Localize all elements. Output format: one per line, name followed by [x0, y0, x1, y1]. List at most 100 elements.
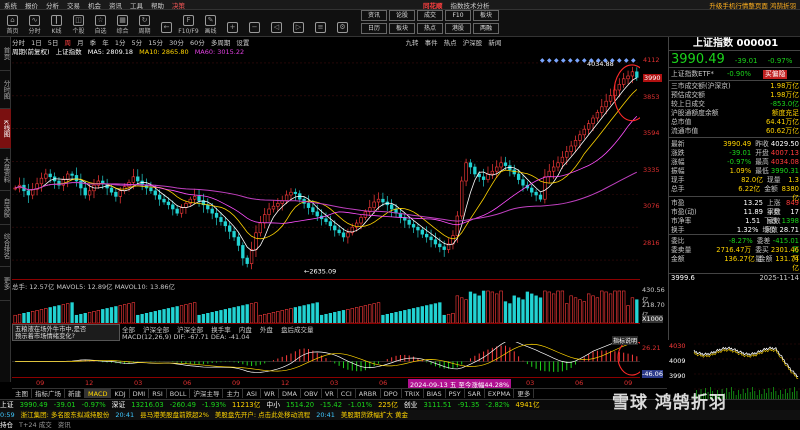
status-item[interactable]: -260.49 — [170, 400, 196, 410]
menu-item-system[interactable]: 系统 — [0, 0, 21, 10]
left-tab-watchlist[interactable]: 自选股 — [0, 191, 11, 225]
quick-forum-button[interactable]: 论股 — [389, 10, 415, 21]
indicator-tab-14[interactable]: VR — [322, 389, 338, 398]
left-tab-market-info[interactable]: 大盘资料 — [0, 149, 11, 191]
status-item[interactable]: 县马港美股盘前跌超2% — [140, 410, 209, 420]
status-item[interactable]: 0:59 — [0, 410, 15, 420]
toolbar-button-14[interactable]: ≡ — [310, 11, 331, 35]
toolbar-watchlist-button[interactable]: ☆ 自选 — [90, 11, 111, 35]
quick-calendar-button[interactable]: 日历 — [361, 23, 387, 34]
quick-f10-button[interactable]: F10 — [445, 10, 471, 21]
toolbar-button-12[interactable]: ◁ — [266, 11, 287, 35]
indicator-tab-4[interactable]: KDJ — [111, 389, 130, 398]
indicator-tab-18[interactable]: TRIX — [402, 389, 424, 398]
status-item[interactable]: 11213亿 — [232, 400, 260, 410]
status-item[interactable]: 上证 — [0, 400, 14, 410]
toolbar-home-button[interactable]: ⌂ 首页 — [2, 11, 23, 35]
indicator-tab-15[interactable]: CCI — [338, 389, 356, 398]
quick-hk-button[interactable]: 港股 — [445, 23, 471, 34]
toolbar-button-11[interactable]: − — [244, 11, 265, 35]
toolbar-stock-button[interactable]: ◫ 个股 — [68, 11, 89, 35]
indicator-tab-0[interactable]: 主图 — [12, 389, 32, 398]
indicator-tab-5[interactable]: DMI — [130, 389, 150, 398]
status-item[interactable]: 持仓 — [0, 420, 13, 430]
indicator-tab-19[interactable]: BIAS — [424, 389, 446, 398]
status-item[interactable]: 3111.51 — [423, 400, 451, 410]
indicator-tab-2[interactable]: 新建 — [65, 389, 85, 398]
indicator-tab-11[interactable]: WR — [261, 389, 279, 398]
indicator-tab-22[interactable]: EXPMA — [485, 389, 515, 398]
status-item[interactable]: 资讯 — [58, 420, 71, 430]
status-item[interactable]: 浙江集团: 多名股东拟减持股份 — [21, 410, 110, 420]
toolbar-composite-button[interactable]: ▦ 综合 — [112, 11, 133, 35]
news-popup[interactable]: 五粮液在场外牛市中,是否 预示着市场情绪变化? — [12, 324, 120, 341]
etf-tag[interactable]: 买偏隐 — [763, 70, 788, 79]
status-item[interactable]: -39.01 — [54, 400, 76, 410]
menu-item-tools[interactable]: 工具 — [126, 0, 147, 10]
menu-item-opportunity[interactable]: 机会 — [84, 0, 105, 10]
status-item[interactable]: 4941亿 — [516, 400, 540, 410]
status-item[interactable]: 225亿 — [378, 400, 398, 410]
upgrade-link[interactable]: 升级手机行情整页面 鸿鹄折羽 — [705, 2, 800, 10]
quick-margin-button[interactable]: 两融 — [473, 23, 499, 34]
indicator-tab-7[interactable]: BOLL — [167, 389, 191, 398]
indicator-tab-20[interactable]: PSY — [446, 389, 465, 398]
indicator-tab-23[interactable]: 更多 — [514, 389, 535, 398]
status-item[interactable]: 20:41 — [316, 410, 335, 420]
toolbar-period-button[interactable]: ↻ 周期 — [134, 11, 155, 35]
status-item[interactable]: 20:41 — [115, 410, 134, 420]
status-item[interactable]: 13216.03 — [131, 400, 163, 410]
status-item[interactable]: T+24 成交 — [19, 420, 52, 430]
indicator-tab-9[interactable]: 主力 — [223, 389, 244, 398]
indicator-tab-3[interactable]: MACD — [85, 389, 112, 398]
status-item[interactable]: -1.93% — [202, 400, 226, 410]
status-item[interactable]: 美股期货跌幅扩大 黄金 — [341, 410, 408, 420]
status-item[interactable]: -1.01% — [348, 400, 372, 410]
status-item[interactable]: -15.42 — [320, 400, 342, 410]
toolbar-kline-button[interactable]: ┃ K线 — [46, 11, 67, 35]
left-tab-kline[interactable]: K线图 — [0, 109, 11, 149]
indicator-tab-12[interactable]: DMA — [279, 389, 301, 398]
status-item[interactable]: 深证 — [112, 400, 126, 410]
menu-item-quote[interactable]: 报价 — [21, 0, 42, 10]
status-item[interactable]: 中小 — [266, 400, 280, 410]
price-chart[interactable]: 4034.88←2635.09◆ ◆ ◆ ◆ ◆ ◆ ◆ ◆ ◆ ◆ ◆ ◆ ◆ ◆ — [12, 55, 640, 280]
indicator-tab-21[interactable]: SAR — [465, 389, 485, 398]
menu-item-help[interactable]: 帮助 — [147, 0, 168, 10]
status-item[interactable]: 3990.49 — [20, 400, 48, 410]
quick-board-button[interactable]: 板块 — [389, 23, 415, 34]
status-item[interactable]: 1514.20 — [286, 400, 314, 410]
volume-chart[interactable] — [12, 290, 640, 324]
quick-sector-button[interactable]: 板块 — [473, 10, 499, 21]
toolbar-back-button[interactable]: ← — [156, 11, 177, 35]
quick-news-button[interactable]: 资讯 — [361, 10, 387, 21]
menu-item-decision[interactable]: 决策 — [168, 0, 189, 10]
status-item[interactable]: -0.97% — [82, 400, 106, 410]
toolbar-button-10[interactable]: + — [222, 11, 243, 35]
toolbar-timeshare-button[interactable]: ∿ 分时 — [24, 11, 45, 35]
toolbar-draw-button[interactable]: ✎ 画线 — [200, 11, 221, 35]
status-item[interactable]: -2.82% — [486, 400, 510, 410]
macd-badge[interactable]: 指标说明 — [612, 336, 639, 345]
indicator-tab-16[interactable]: ARBR — [356, 389, 381, 398]
menu-item-trade[interactable]: 交易 — [63, 0, 84, 10]
indicator-tab-13[interactable]: OBV — [301, 389, 322, 398]
quick-hot-button[interactable]: 热点 — [417, 23, 443, 34]
indicator-tab-8[interactable]: 沪深主导 — [190, 389, 224, 398]
status-item[interactable]: 美股盘先开户: 点击此处移动流程 — [215, 410, 310, 420]
toolbar-button-13[interactable]: ▷ — [288, 11, 309, 35]
etf-row[interactable]: 上证指数ETF* -0.90% 买偏隐 — [669, 70, 800, 79]
left-tab-home[interactable]: 首页 — [0, 37, 11, 71]
left-tab-ranking[interactable]: 综合排名 — [0, 225, 11, 267]
status-item[interactable]: -91.35 — [458, 400, 480, 410]
left-tab-more[interactable]: 更多 — [0, 267, 11, 301]
menu-item-news[interactable]: 资讯 — [105, 0, 126, 10]
left-tab-timeshare[interactable]: 分时图 — [0, 71, 11, 109]
status-item[interactable]: 创业 — [404, 400, 418, 410]
indicator-tab-6[interactable]: RSI — [149, 389, 167, 398]
indicator-tab-1[interactable]: 指标广场 — [32, 389, 65, 398]
menu-item-analysis[interactable]: 分析 — [42, 0, 63, 10]
quick-deal-button[interactable]: 成交 — [417, 10, 443, 21]
toolbar-button-15[interactable]: ⚙ — [332, 11, 353, 35]
macd-chart[interactable] — [12, 342, 640, 378]
